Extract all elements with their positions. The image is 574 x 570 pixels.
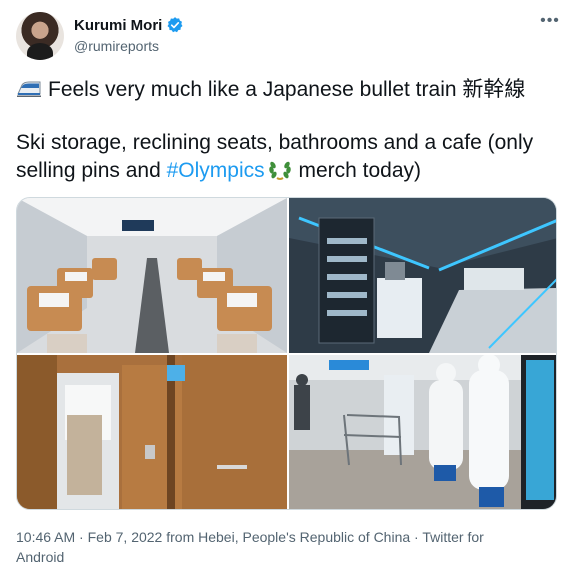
photo-station-staff[interactable] xyxy=(289,355,556,509)
avatar[interactable] xyxy=(16,12,64,60)
meta-separator: · xyxy=(410,529,423,545)
display-name[interactable]: Kurumi Mori xyxy=(74,17,162,34)
meta-separator: · xyxy=(75,529,88,545)
verified-badge-icon xyxy=(166,16,184,34)
photo-train-seats[interactable] xyxy=(17,198,287,353)
tweet-paragraph-1: Feels very much like a Japanese bullet t… xyxy=(16,76,562,104)
tweet-text: Feels very much like a Japanese bullet t… xyxy=(16,76,562,185)
bullet-train-icon xyxy=(16,78,42,97)
tweet-date[interactable]: Feb 7, 2022 xyxy=(88,529,163,545)
tweet-time[interactable]: 10:46 AM xyxy=(16,529,75,545)
tweet-line-1: Feels very much like a Japanese bullet t… xyxy=(48,78,526,101)
tweet-header: Kurumi Mori @rumireports ••• xyxy=(16,12,560,60)
tweet-card: Kurumi Mori @rumireports ••• Feels very … xyxy=(0,0,574,570)
user-handle[interactable]: @rumireports xyxy=(74,38,159,54)
media-grid xyxy=(16,197,557,510)
tweet-location: from Hebei, People's Republic of China xyxy=(162,529,411,545)
more-options-icon[interactable]: ••• xyxy=(540,13,560,34)
tweet-metadata: 10:46 AM · Feb 7, 2022 from Hebei, Peopl… xyxy=(16,527,516,567)
photo-cafe-car[interactable] xyxy=(289,198,556,353)
name-row: Kurumi Mori xyxy=(74,15,184,35)
hashtag-link[interactable]: #Olympics xyxy=(167,159,265,182)
tweet-paragraph-2: Ski storage, reclining seats, bathrooms … xyxy=(16,129,562,185)
photo-bathroom-doors[interactable] xyxy=(17,355,287,509)
olympic-laurel-icon xyxy=(267,157,293,181)
tweet-line-2b: merch today) xyxy=(292,159,422,182)
